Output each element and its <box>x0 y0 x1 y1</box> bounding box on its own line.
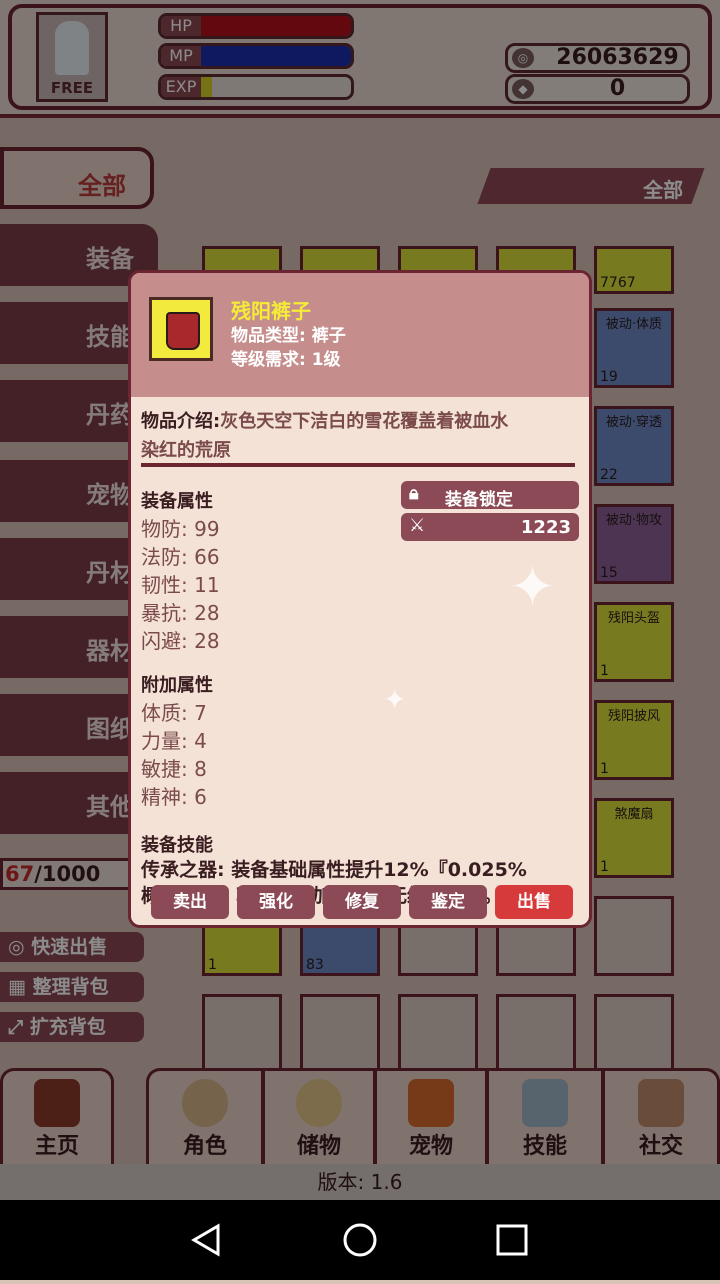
pants-icon <box>166 312 200 350</box>
description-key: 物品介绍: <box>141 411 221 432</box>
sparkle-decoration: ✦ <box>509 555 556 620</box>
item-name: 残阳裤子 <box>231 299 311 323</box>
sparkle-decoration: ✦ <box>383 683 407 716</box>
repair-button[interactable]: 修复 <box>323 885 401 919</box>
description-line-2: 染红的荒原 <box>141 440 231 461</box>
recents-icon <box>496 1224 528 1256</box>
item-level: 等级需求: 1级 <box>231 350 341 370</box>
lock-icon: 🔒︎ <box>409 483 419 504</box>
stat-line: 体质: 7 <box>141 701 207 725</box>
item-description: 物品介绍:灰色天空下洁白的雪花覆盖着被血水 染红的荒原 <box>141 407 579 465</box>
system-nav-icons <box>191 1223 528 1257</box>
equip-skill-title: 装备技能 <box>141 835 213 856</box>
stat-line: 精神: 6 <box>141 785 207 809</box>
stat-line: 法防: 66 <box>141 545 220 569</box>
combat-power: ⚔︎ 1223 <box>401 513 579 541</box>
dialog-buttons: 卖出 强化 修复 鉴定 出售 <box>151 885 573 919</box>
extra-stats-title: 附加属性 <box>141 675 213 696</box>
stat-line: 敏捷: 8 <box>141 757 207 781</box>
divider <box>141 463 575 467</box>
stat-line: 力量: 4 <box>141 729 207 753</box>
equip-stats-title: 装备属性 <box>141 491 213 512</box>
description-line-1: 灰色天空下洁白的雪花覆盖着被血水 <box>220 411 509 432</box>
system-nav-bar <box>0 1200 720 1280</box>
stat-line: 韧性: 11 <box>141 573 220 597</box>
sell-out-button[interactable]: 卖出 <box>151 885 229 919</box>
skill-line-1: 传承之器: 装备基础属性提升12%『0.025% <box>141 859 527 881</box>
sell-button[interactable]: 出售 <box>495 885 573 919</box>
crossed-swords-icon: ⚔︎ <box>409 515 426 536</box>
back-icon <box>191 1223 220 1257</box>
power-value: 1223 <box>520 517 571 538</box>
item-detail-dialog: 残阳裤子 物品类型: 裤子 等级需求: 1级 物品介绍:灰色天空下洁白的雪花覆盖… <box>128 270 592 928</box>
enhance-button[interactable]: 强化 <box>237 885 315 919</box>
stat-line: 闪避: 28 <box>141 629 220 653</box>
stat-line: 物防: 99 <box>141 517 220 541</box>
lock-label: 装备锁定 <box>445 490 513 510</box>
home-circle-icon <box>343 1223 377 1257</box>
appraise-button[interactable]: 鉴定 <box>409 885 487 919</box>
item-type: 物品类型: 裤子 <box>231 326 346 346</box>
equip-lock-button[interactable]: 🔒︎ 装备锁定 <box>401 481 579 510</box>
stat-line: 暴抗: 28 <box>141 601 220 625</box>
item-icon <box>149 297 213 361</box>
